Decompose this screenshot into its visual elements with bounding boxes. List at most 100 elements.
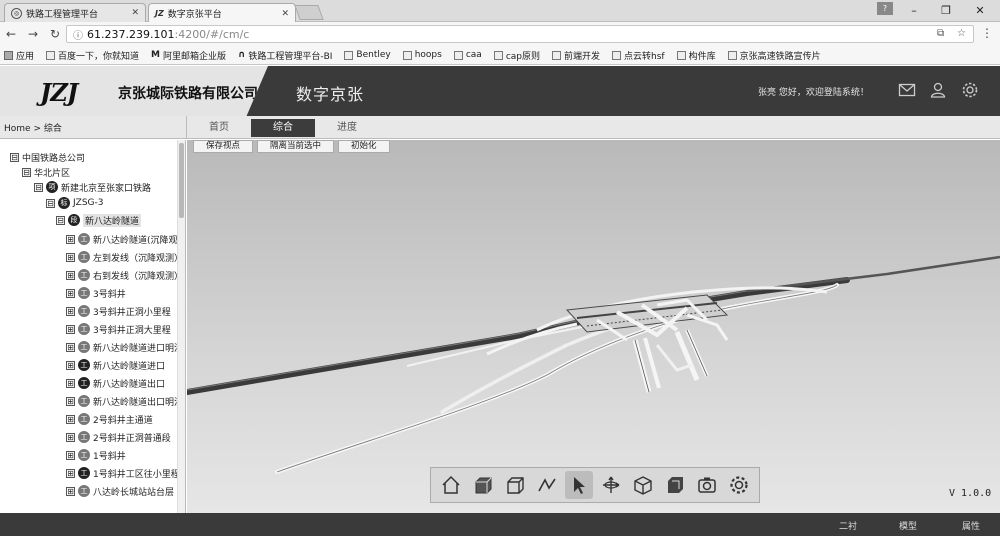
select-cursor-icon[interactable] [565,471,593,499]
tab-progress[interactable]: 进度 [315,119,379,137]
user-icon[interactable] [929,81,947,99]
collapse-toggle[interactable]: ⊟ [34,182,43,192]
translate-icon[interactable]: ⧉ [937,28,944,39]
expand-toggle[interactable]: ⊞ [66,324,75,334]
tree-node[interactable]: ⊞ 工 新八达岭隧道进口 [66,358,165,372]
status-model[interactable]: 模型 [899,519,917,532]
tree-node[interactable]: ⊟ 项 新建北京至张家口铁路 [34,180,151,194]
bookmark-cap[interactable]: cap原则 [493,49,540,62]
info-icon[interactable]: ⓘ [73,27,83,42]
tree-node-label[interactable]: 右到发线（沉降观测） [93,269,183,282]
station-hub[interactable] [565,294,729,342]
tree-node[interactable]: ⊞ 工 右到发线（沉降观测） [66,268,183,282]
bookmark-baidu[interactable]: 百度一下，你就知道 [46,49,139,62]
tree-node-label[interactable]: 新八达岭隧道进口 [93,359,165,372]
tree-node-label[interactable]: 新八达岭隧道 [83,213,142,227]
collapse-toggle[interactable]: ⊟ [10,152,19,162]
tree-node[interactable]: ⊞ 工 3号斜井正洞小里程 [66,304,171,318]
home-icon[interactable] [437,471,465,499]
tree-node[interactable]: ⊟ 中国铁路总公司 [10,150,85,164]
bookmark-caa[interactable]: caa [453,50,482,60]
box-view-icon[interactable] [661,471,689,499]
tab-home[interactable]: 首页 [187,119,251,137]
tree-node-label[interactable]: 3号斜井正洞大里程 [93,323,171,336]
tree-node-label[interactable]: 新八达岭隧道出口 [93,377,165,390]
bookmark-frontend[interactable]: 前端开发 [552,49,600,62]
tab-railway-platform[interactable]: ◎ 铁路工程管理平台 ✕ [4,3,146,22]
close-icon[interactable]: ✕ [281,9,289,19]
tree-node-label[interactable]: 新建北京至张家口铁路 [61,181,151,194]
scrollbar-thumb[interactable] [179,143,184,218]
bookmark-component-lib[interactable]: 构件库 [676,49,716,62]
expand-toggle[interactable]: ⊞ [66,378,75,388]
profile-badge[interactable]: ? [877,2,893,15]
tree-node[interactable]: ⊞ 工 新八达岭隧道进口明洞 [66,340,183,354]
gear-icon[interactable] [725,471,753,499]
tree-node-label[interactable]: 3号斜井 [93,287,126,300]
measure-icon[interactable] [533,471,561,499]
model-viewport[interactable]: 保存视点 隔离当前选中 初始化 V 1.0.0 [187,140,1000,513]
tree-node-label[interactable]: 新八达岭隧道(沉降观 [93,233,178,246]
tree-node[interactable]: ⊟ 标 JZSG-3 [46,196,103,210]
cube-icon[interactable] [629,471,657,499]
expand-toggle[interactable]: ⊞ [66,486,75,496]
tree-node-label[interactable]: 中国铁路总公司 [22,151,85,164]
status-properties[interactable]: 属性 [962,519,980,532]
tree-scrollbar[interactable] [177,140,185,513]
tree-node-label[interactable]: 新八达岭隧道进口明洞 [93,341,183,354]
menu-icon[interactable]: ⋮ [976,26,998,40]
tree-node-label[interactable]: JZSG-3 [73,198,103,208]
window-close-icon[interactable]: ✕ [966,0,994,20]
front-view-icon[interactable] [469,471,497,499]
tree-node[interactable]: ⊞ 工 左到发线（沉降观测） [66,250,183,264]
expand-toggle[interactable]: ⊞ [66,360,75,370]
iso-view-icon[interactable] [501,471,529,499]
collapse-toggle[interactable]: ⊟ [46,198,55,208]
tree-node-label[interactable]: 3号斜井正洞小里程 [93,305,171,318]
isolate-selection-button[interactable]: 隔离当前选中 [257,140,335,153]
rotate-icon[interactable] [597,471,625,499]
settings-icon[interactable] [961,81,979,99]
tree-node-label[interactable]: 2号斜井主通道 [93,413,153,426]
expand-toggle[interactable]: ⊞ [66,288,75,298]
tree-node[interactable]: ⊞ 工 新八达岭隧道出口 [66,376,165,390]
tree-node-label[interactable]: 华北片区 [34,166,70,179]
bookmark-star-icon[interactable]: ☆ [957,28,966,39]
tree-node[interactable]: ⊞ 工 1号斜井 [66,448,126,462]
tree-node[interactable]: ⊟ 华北片区 [22,165,70,179]
forward-icon[interactable]: → [22,27,44,41]
bookmark-apps[interactable]: 应用 [4,49,34,62]
save-viewpoint-button[interactable]: 保存视点 [193,140,254,153]
mail-icon[interactable] [898,81,916,99]
tab-digital-jingzhang[interactable]: JZ 数字京张平台 ✕ [148,3,296,23]
tree-node-label[interactable]: 八达岭长城站站台层 [93,485,174,498]
expand-toggle[interactable]: ⊞ [66,468,75,478]
tree-node-label[interactable]: 1号斜井 [93,449,126,462]
bookmark-aliyun-mail[interactable]: M 阿里邮箱企业版 [151,49,226,62]
expand-toggle[interactable]: ⊞ [66,432,75,442]
url-field[interactable]: ⓘ 61.237.239.101:4200/#/cm/c ⧉ ☆ [66,25,974,43]
bookmark-hoops[interactable]: hoops [402,50,442,60]
bookmark-pointcloud[interactable]: 点云转hsf [612,49,665,62]
tree-node[interactable]: ⊞ 工 2号斜井正洞普通段（ [66,430,180,444]
minimize-icon[interactable]: – [900,0,928,20]
expand-toggle[interactable]: ⊞ [66,234,75,244]
expand-toggle[interactable]: ⊞ [66,306,75,316]
back-icon[interactable]: ← [0,27,22,41]
collapse-toggle[interactable]: ⊟ [22,167,31,177]
collapse-toggle[interactable]: ⊟ [56,215,65,225]
tree-node[interactable]: ⊞ 工 2号斜井主通道 [66,412,153,426]
expand-toggle[interactable]: ⊞ [66,342,75,352]
tree-node-label[interactable]: 2号斜井正洞普通段（ [93,431,180,444]
status-lining[interactable]: 二衬 [839,519,857,532]
tree-node[interactable]: ⊞ 工 八达岭长城站站台层 [66,484,174,498]
reset-view-button[interactable]: 初始化 [338,140,390,153]
camera-icon[interactable] [693,471,721,499]
tree-node-selected[interactable]: ⊟ 段 新八达岭隧道 [56,213,142,227]
new-tab-button[interactable] [294,5,324,20]
tunnel-3d-model[interactable] [187,140,1000,513]
tree-node[interactable]: ⊞ 工 新八达岭隧道出口明洞 [66,394,183,408]
tree-node[interactable]: ⊞ 工 3号斜井 [66,286,126,300]
expand-toggle[interactable]: ⊞ [66,252,75,262]
tree-node[interactable]: ⊞ 工 3号斜井正洞大里程 [66,322,171,336]
